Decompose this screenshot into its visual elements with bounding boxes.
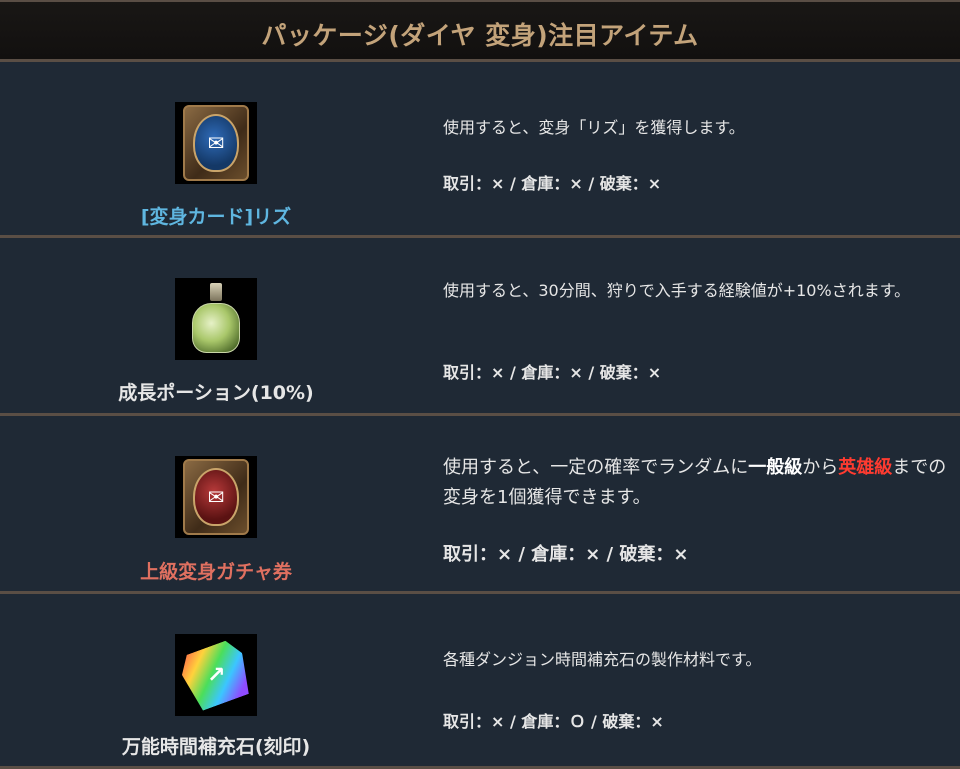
- item-thumbnail[interactable]: ✉: [175, 102, 257, 184]
- desc-text: から: [802, 457, 839, 478]
- description-cell: 使用すると、30分間、狩りで入手する経験値が+10%されます。 取引：× / 倉…: [443, 238, 948, 413]
- red-gacha-card-icon: ✉: [183, 459, 249, 535]
- item-description: 各種ダンジョン時間補充石の製作材料です。: [443, 650, 762, 669]
- item-row: ✉ [変身カード]リズ 使用すると、変身「リズ」を獲得します。 取引：× / 倉…: [0, 62, 960, 238]
- item-row: 成長ポーション(10%) 使用すると、30分間、狩りで入手する経験値が+10%さ…: [0, 238, 960, 416]
- section-header: パッケージ(ダイヤ 変身)注目アイテム: [0, 0, 960, 62]
- growth-potion-icon: [186, 281, 246, 357]
- grade-common: 一般級: [748, 457, 803, 478]
- grade-hero: 英雄級: [838, 457, 893, 478]
- trade-restrictions: 取引：× / 倉庫：× / 破棄：×: [443, 174, 662, 193]
- description-cell: 使用すると、一定の確率でランダムに一般級から英雄級までの変身を1個獲得できます。…: [443, 416, 948, 591]
- item-name[interactable]: [変身カード]リズ: [0, 202, 432, 229]
- item-description: 使用すると、30分間、狩りで入手する経験値が+10%されます。: [443, 281, 911, 300]
- item-name[interactable]: 上級変身ガチャ券: [0, 557, 432, 584]
- item-description: 使用すると、一定の確率でランダムに一般級から英雄級までの変身を1個獲得できます。: [443, 453, 948, 513]
- item-name[interactable]: 万能時間補充石(刻印): [0, 732, 432, 759]
- package-featured-items-panel: パッケージ(ダイヤ 変身)注目アイテム ✉ [変身カード]リズ 使用すると、変身…: [0, 0, 960, 769]
- item-thumbnail[interactable]: ↗: [175, 634, 257, 716]
- item-row: ↗ 万能時間補充石(刻印) 各種ダンジョン時間補充石の製作材料です。 取引：× …: [0, 594, 960, 769]
- item-name[interactable]: 成長ポーション(10%): [0, 378, 432, 405]
- trade-restrictions: 取引：× / 倉庫：× / 破棄：×: [443, 544, 689, 565]
- item-thumbnail[interactable]: [175, 278, 257, 360]
- desc-text: 使用すると、一定の確率でランダムに: [443, 457, 749, 478]
- item-cell: ✉ 上級変身ガチャ券: [0, 416, 432, 591]
- description-cell: 使用すると、変身「リズ」を獲得します。 取引：× / 倉庫：× / 破棄：×: [443, 62, 948, 235]
- description-cell: 各種ダンジョン時間補充石の製作材料です。 取引：× / 倉庫：Ｏ / 破棄：×: [443, 594, 948, 766]
- trade-restrictions: 取引：× / 倉庫：× / 破棄：×: [443, 363, 662, 382]
- item-row: ✉ 上級変身ガチャ券 使用すると、一定の確率でランダムに一般級から英雄級までの変…: [0, 416, 960, 594]
- blue-transform-card-icon: ✉: [183, 105, 249, 181]
- section-title: パッケージ(ダイヤ 変身)注目アイテム: [261, 20, 699, 50]
- item-thumbnail[interactable]: ✉: [175, 456, 257, 538]
- trade-restrictions: 取引：× / 倉庫：Ｏ / 破棄：×: [443, 712, 664, 731]
- rainbow-gem-icon: ↗: [176, 637, 256, 713]
- item-description: 使用すると、変身「リズ」を獲得します。: [443, 118, 745, 137]
- item-cell: 成長ポーション(10%): [0, 238, 432, 413]
- item-cell: ✉ [変身カード]リズ: [0, 62, 432, 235]
- item-cell: ↗ 万能時間補充石(刻印): [0, 594, 432, 766]
